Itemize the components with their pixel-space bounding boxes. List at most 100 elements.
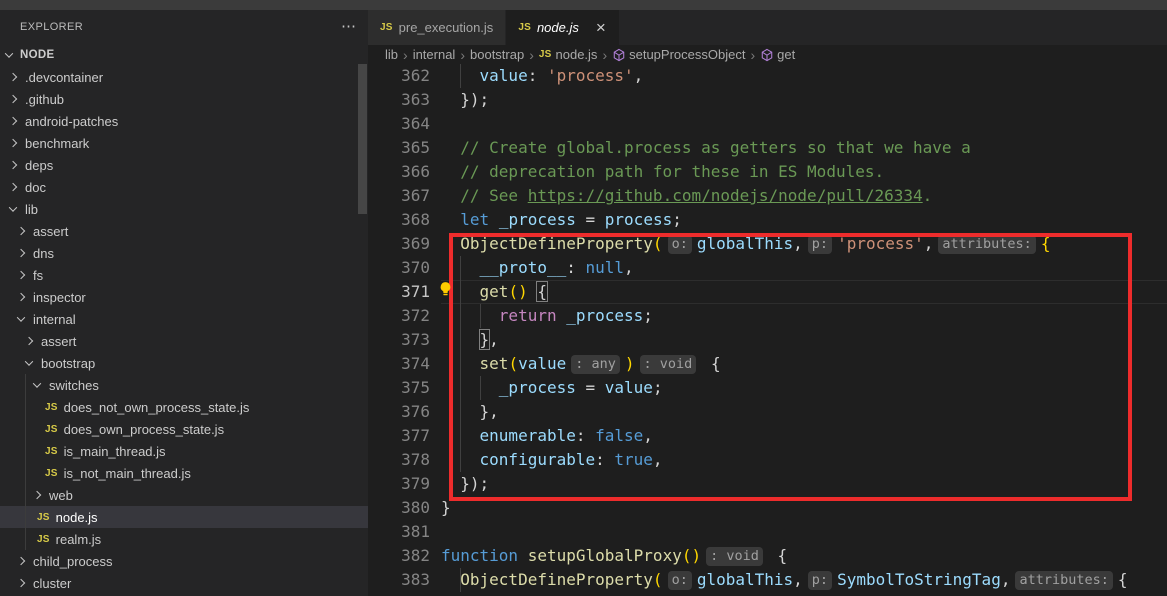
tree-folder-doc[interactable]: doc [0,176,368,198]
tree-folder-internal[interactable]: internal [0,308,368,330]
code-line-376[interactable]: 376 }, [368,400,1167,424]
code-line-379[interactable]: 379 }); [368,472,1167,496]
line-number[interactable]: 377 [368,424,430,448]
tree-folder-assert[interactable]: assert [0,220,368,242]
line-number[interactable]: 380 [368,496,430,520]
code-line-362[interactable]: 362 value: 'process', [368,64,1167,88]
tree-folder-cluster[interactable]: cluster [0,572,368,594]
breadcrumb-item-node.js[interactable]: JSnode.js [539,47,598,62]
chevron-down-icon[interactable] [9,203,17,211]
tree-folder-benchmark[interactable]: benchmark [0,132,368,154]
sidebar-scrollbar[interactable] [358,64,367,214]
line-number[interactable]: 371 [368,280,430,304]
code-editor[interactable]: 362 value: 'process',363 });364365 // Cr… [368,64,1167,596]
tree-folder-lib[interactable]: lib [0,198,368,220]
code-line-370[interactable]: 370 __proto__: null, [368,256,1167,280]
tree-folder-.github[interactable]: .github [0,88,368,110]
tree-file-node.js[interactable]: JSnode.js [0,506,368,528]
line-number[interactable]: 367 [368,184,430,208]
chevron-right-icon[interactable] [9,73,17,81]
line-number[interactable]: 376 [368,400,430,424]
chevron-right-icon[interactable] [25,337,33,345]
breadcrumb-item-bootstrap[interactable]: bootstrap [470,47,524,62]
code-line-383[interactable]: 383 ObjectDefineProperty(o:globalThis,p:… [368,568,1167,592]
breadcrumb-item-get[interactable]: get [760,47,795,62]
chevron-right-icon[interactable] [33,491,41,499]
tree-file-is_not_main_thread.js[interactable]: JSis_not_main_thread.js [0,462,368,484]
tree-folder-dns[interactable]: dns [0,242,368,264]
line-number[interactable]: 368 [368,208,430,232]
code-line-373[interactable]: 373 }, [368,328,1167,352]
section-header-node[interactable]: NODE [0,44,368,66]
code-line-374[interactable]: 374 set(value: any): void { [368,352,1167,376]
code-line-375[interactable]: 375 _process = value; [368,376,1167,400]
breadcrumb-item-lib[interactable]: lib [385,47,398,62]
code-line-377[interactable]: 377 enumerable: false, [368,424,1167,448]
chevron-right-icon[interactable] [9,183,17,191]
code-line-380[interactable]: 380} [368,496,1167,520]
tree-file-does_own_process_state.js[interactable]: JSdoes_own_process_state.js [0,418,368,440]
lightbulb-icon[interactable] [437,280,454,298]
line-number[interactable]: 378 [368,448,430,472]
line-number[interactable]: 382 [368,544,430,568]
tree-folder-child_process[interactable]: child_process [0,550,368,572]
line-number[interactable]: 374 [368,352,430,376]
line-number[interactable]: 366 [368,160,430,184]
code-line-363[interactable]: 363 }); [368,88,1167,112]
code-line-367[interactable]: 367 // See https://github.com/nodejs/nod… [368,184,1167,208]
line-number[interactable]: 370 [368,256,430,280]
code-line-365[interactable]: 365 // Create global.process as getters … [368,136,1167,160]
line-number[interactable]: 362 [368,64,430,88]
tree-file-is_main_thread.js[interactable]: JSis_main_thread.js [0,440,368,462]
line-number[interactable]: 379 [368,472,430,496]
tree-folder-fs[interactable]: fs [0,264,368,286]
tree-folder-assert[interactable]: assert [0,330,368,352]
chevron-down-icon[interactable] [33,379,41,387]
chevron-right-icon[interactable] [17,557,25,565]
chevron-right-icon[interactable] [17,227,25,235]
tree-folder-android-patches[interactable]: android-patches [0,110,368,132]
line-number[interactable]: 365 [368,136,430,160]
code-line-364[interactable]: 364 [368,112,1167,136]
chevron-down-icon[interactable] [17,313,25,321]
code-line-369[interactable]: 369 ObjectDefineProperty(o:globalThis,p:… [368,232,1167,256]
line-number[interactable]: 383 [368,568,430,592]
code-line-366[interactable]: 366 // deprecation path for these in ES … [368,160,1167,184]
close-icon[interactable]: × [593,21,609,35]
code-line-372[interactable]: 372 return _process; [368,304,1167,328]
tree-file-realm.js[interactable]: JSrealm.js [0,528,368,550]
tree-folder-web[interactable]: web [0,484,368,506]
tree-file-does_not_own_process_state.js[interactable]: JSdoes_not_own_process_state.js [0,396,368,418]
code-line-381[interactable]: 381 [368,520,1167,544]
line-number[interactable]: 373 [368,328,430,352]
chevron-down-icon[interactable] [25,357,33,365]
breadcrumb-item-internal[interactable]: internal [413,47,456,62]
tree-folder-deps[interactable]: deps [0,154,368,176]
more-actions-icon[interactable]: ⋯ [341,22,356,32]
tree-folder-.devcontainer[interactable]: .devcontainer [0,66,368,88]
tree-folder-switches[interactable]: switches [0,374,368,396]
breadcrumb-item-setupProcessObject[interactable]: setupProcessObject [612,47,745,62]
tab-node.js[interactable]: JSnode.js× [506,10,619,45]
line-number[interactable]: 364 [368,112,430,136]
chevron-right-icon[interactable] [9,161,17,169]
code-line-378[interactable]: 378 configurable: true, [368,448,1167,472]
chevron-right-icon[interactable] [17,579,25,587]
code-line-368[interactable]: 368 let _process = process; [368,208,1167,232]
chevron-right-icon[interactable] [17,271,25,279]
code-line-371[interactable]: 371 get() { [368,280,1167,304]
line-number[interactable]: 375 [368,376,430,400]
chevron-right-icon[interactable] [17,249,25,257]
line-number[interactable]: 381 [368,520,430,544]
tree-folder-bootstrap[interactable]: bootstrap [0,352,368,374]
chevron-right-icon[interactable] [17,293,25,301]
chevron-right-icon[interactable] [9,95,17,103]
line-number[interactable]: 372 [368,304,430,328]
tree-folder-inspector[interactable]: inspector [0,286,368,308]
line-number[interactable]: 363 [368,88,430,112]
code-line-382[interactable]: 382function setupGlobalProxy(): void { [368,544,1167,568]
line-number[interactable]: 369 [368,232,430,256]
chevron-right-icon[interactable] [9,117,17,125]
tab-pre_execution.js[interactable]: JSpre_execution.js [368,10,506,45]
chevron-right-icon[interactable] [9,139,17,147]
